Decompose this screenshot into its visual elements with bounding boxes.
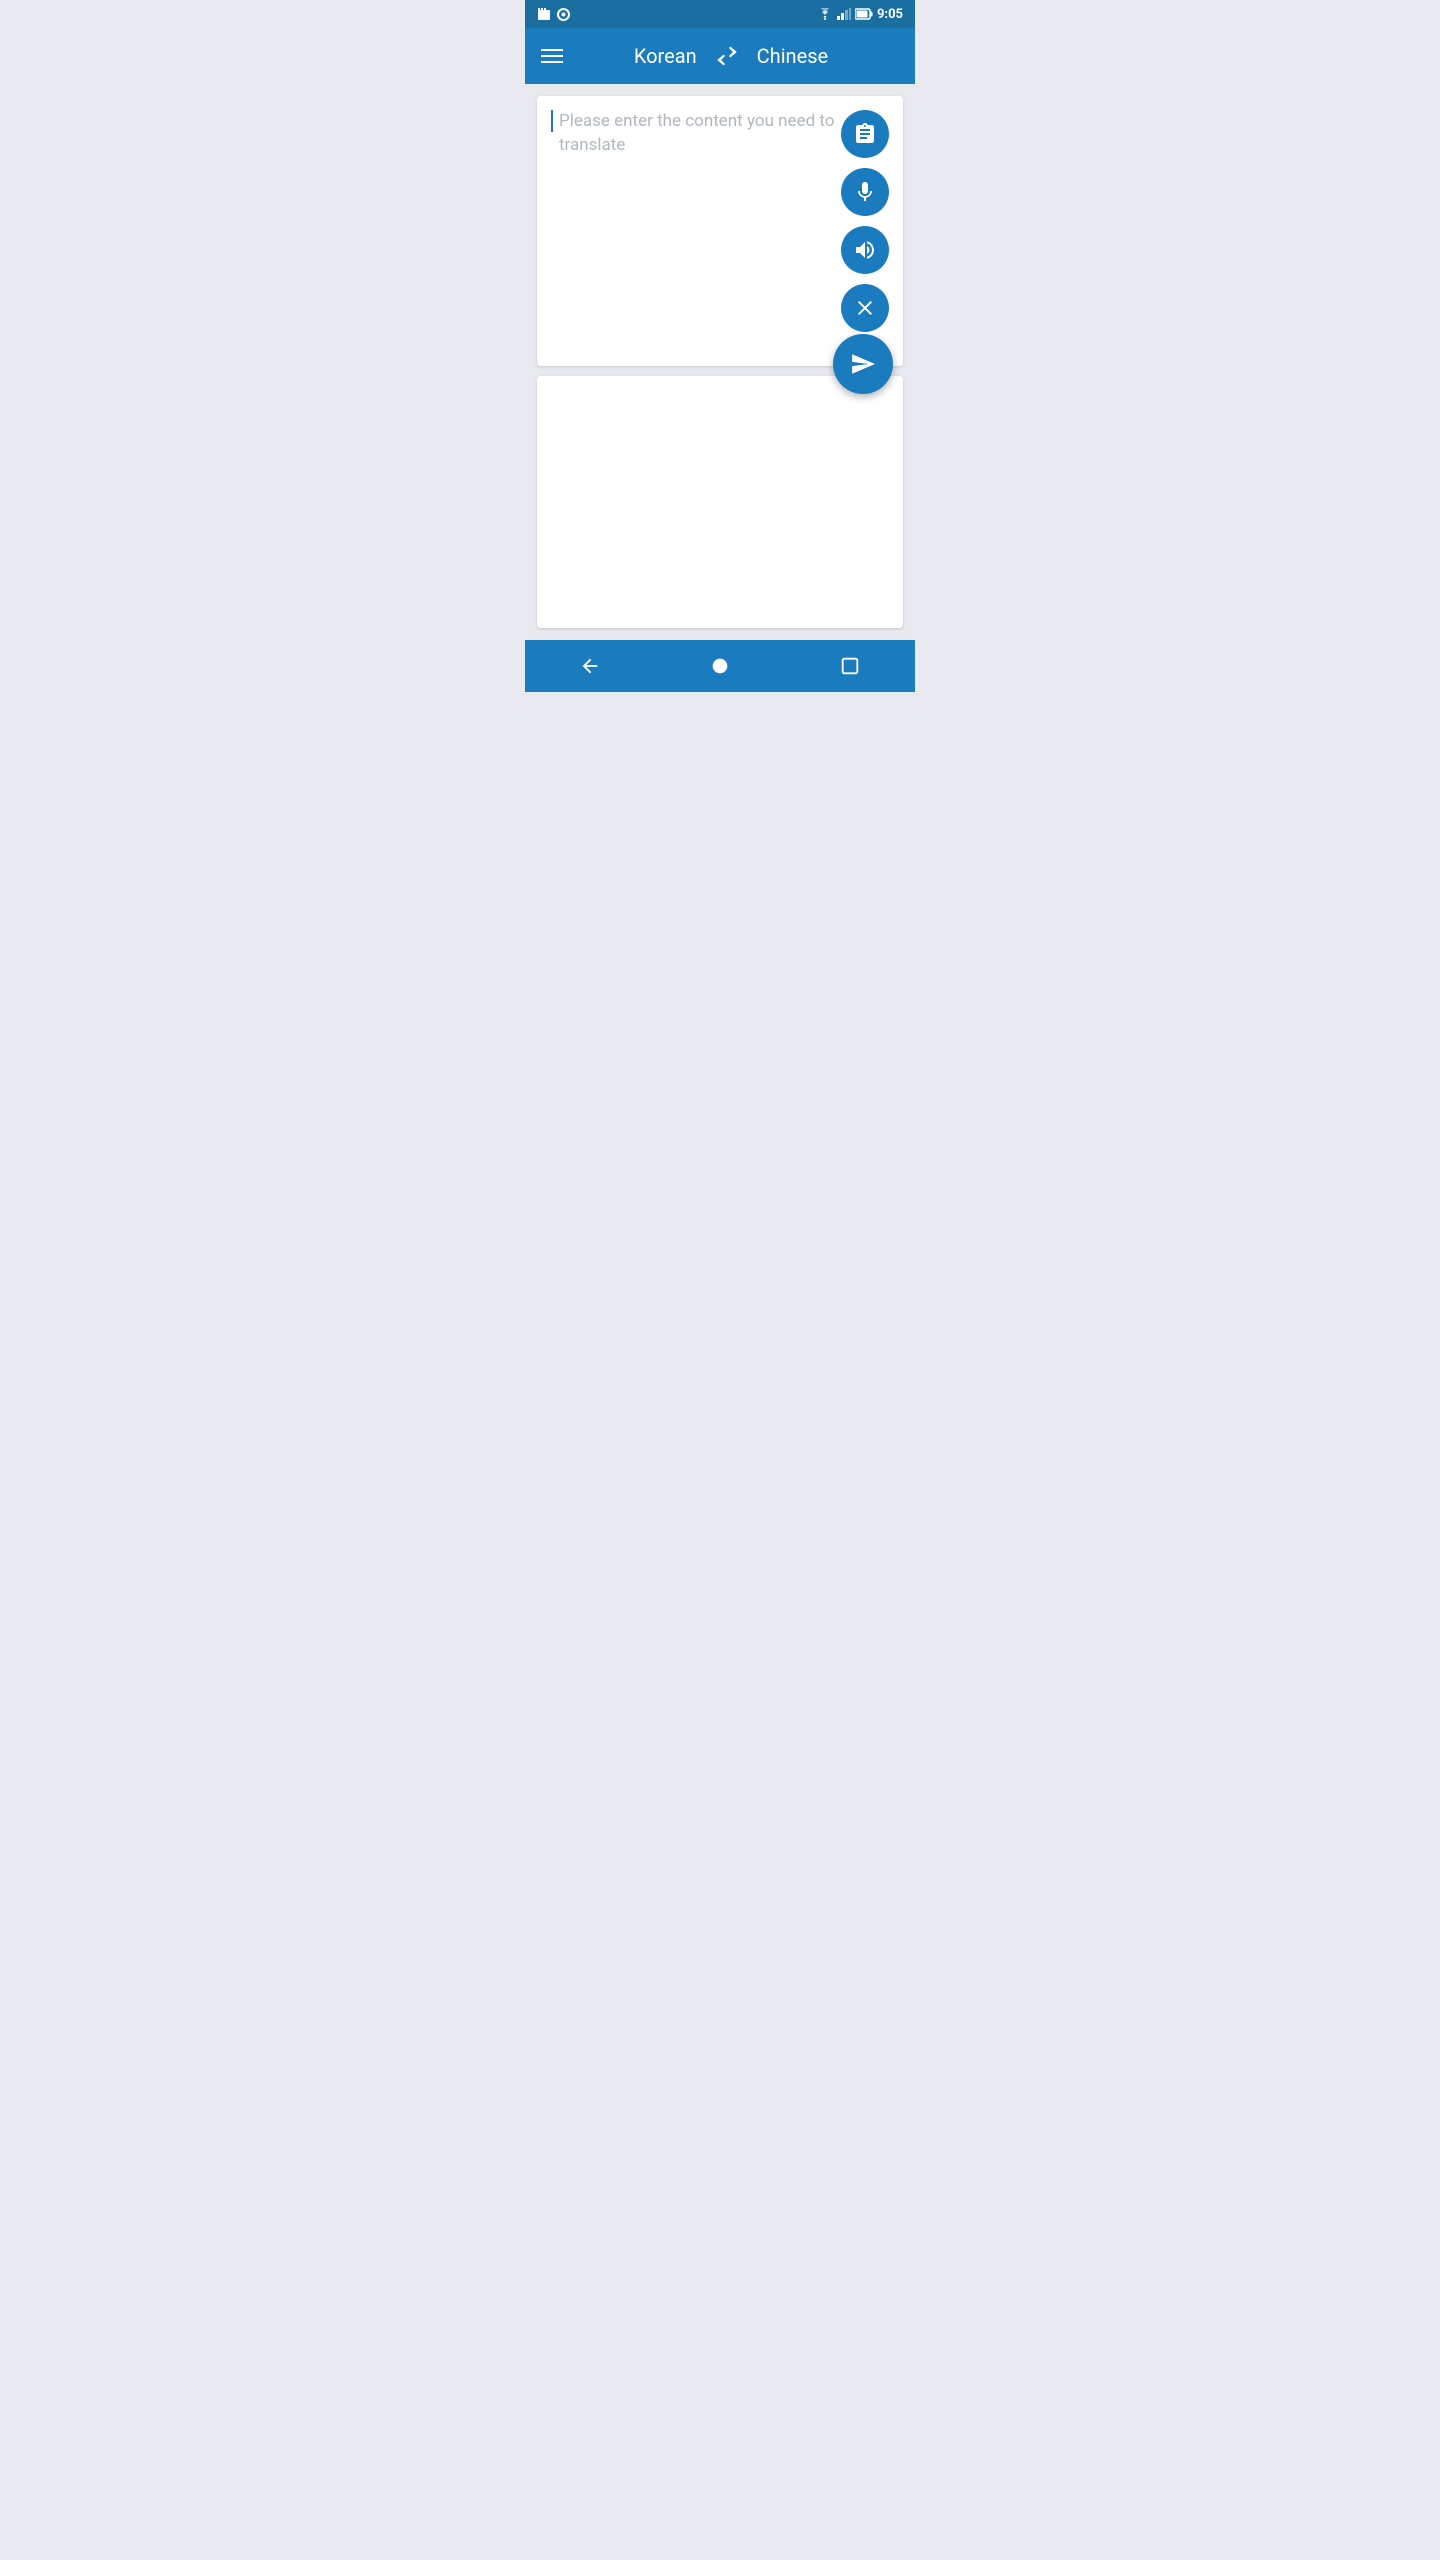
input-panel: Please enter the content you need to tra… (537, 96, 903, 366)
status-time: 9:05 (877, 7, 903, 22)
main-content: Please enter the content you need to tra… (525, 84, 915, 640)
microphone-button[interactable] (841, 168, 889, 216)
status-bar: 9:05 (525, 0, 915, 28)
clipboard-button[interactable] (841, 110, 889, 158)
recent-apps-button[interactable] (839, 655, 861, 677)
recent-apps-icon (839, 655, 861, 677)
send-icon (850, 351, 876, 377)
clear-button[interactable] (841, 284, 889, 332)
battery-icon (855, 8, 873, 20)
text-cursor (551, 110, 553, 132)
clipboard-icon (853, 122, 877, 146)
speaker-icon (853, 238, 877, 262)
back-icon (579, 655, 601, 677)
wifi-icon (817, 8, 833, 20)
toolbar: Korean Chinese (525, 28, 915, 84)
sd-card-icon (537, 7, 551, 21)
status-bar-left (537, 7, 570, 21)
speaker-button[interactable] (841, 226, 889, 274)
input-actions (841, 110, 889, 332)
source-language[interactable]: Korean (634, 44, 697, 68)
home-button[interactable] (709, 655, 731, 677)
menu-button[interactable] (541, 49, 563, 63)
menu-line-1 (541, 49, 563, 51)
swap-languages-button[interactable] (713, 42, 741, 70)
status-bar-right: 9:05 (817, 7, 903, 22)
back-button[interactable] (579, 655, 601, 677)
bottom-nav (525, 640, 915, 692)
menu-line-2 (541, 55, 563, 57)
close-icon (853, 296, 877, 320)
sync-icon (557, 8, 570, 21)
microphone-icon (853, 180, 877, 204)
translate-button[interactable] (833, 334, 893, 394)
signal-icon (837, 8, 851, 20)
menu-line-3 (541, 61, 563, 63)
language-selector: Korean Chinese (563, 42, 899, 70)
target-language[interactable]: Chinese (757, 44, 828, 68)
send-button-wrapper (833, 334, 893, 394)
output-panel (537, 376, 903, 628)
home-icon (709, 655, 731, 677)
